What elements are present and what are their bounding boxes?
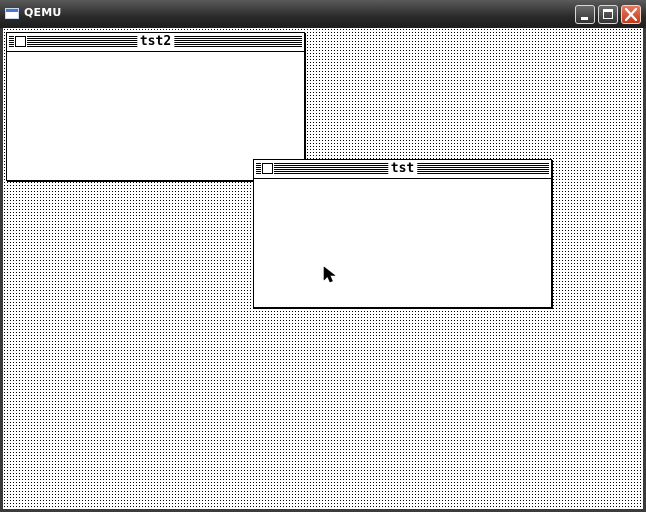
window-close-box[interactable] [262, 163, 273, 174]
window-title: tst2 [136, 34, 175, 49]
app-window-icon[interactable] [5, 8, 19, 19]
guest-window-tst[interactable]: tst [253, 159, 552, 308]
host-title-bar[interactable]: QEMU [0, 0, 646, 28]
arrow-pointer-icon [323, 266, 336, 283]
window-title-bar[interactable]: tst2 [7, 33, 304, 52]
guest-desktop[interactable]: tst2 tst [3, 28, 643, 509]
window-title: tst [387, 161, 418, 176]
window-title-bar[interactable]: tst [254, 160, 551, 179]
qemu-host-window: QEMU tst2 tst [0, 0, 646, 512]
close-icon [625, 8, 637, 21]
host-window-title: QEMU [24, 6, 62, 19]
minimize-button[interactable] [575, 5, 595, 24]
window-close-box[interactable] [15, 36, 26, 47]
maximize-button[interactable] [598, 5, 618, 24]
close-button[interactable] [621, 5, 641, 24]
